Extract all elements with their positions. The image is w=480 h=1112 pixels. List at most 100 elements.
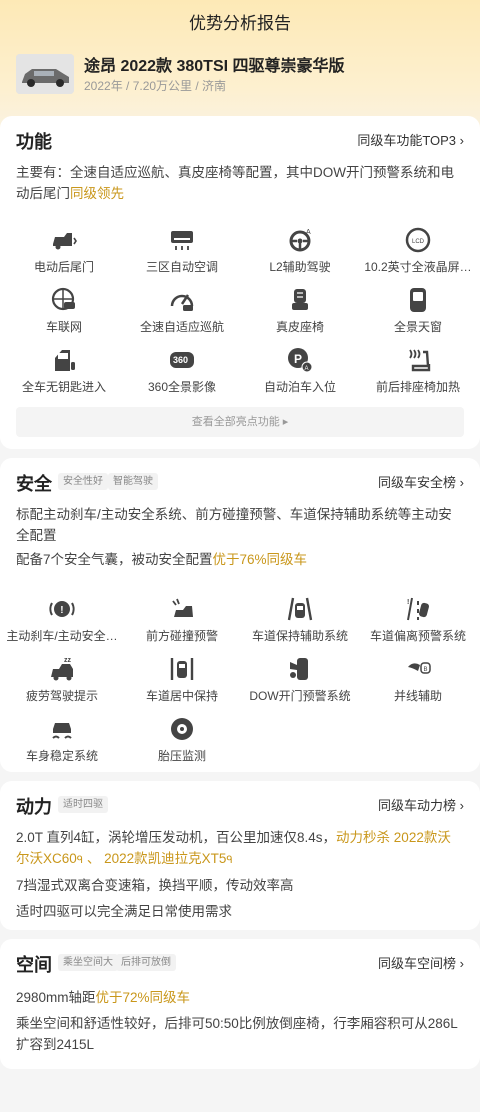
stability-control-icon bbox=[52, 723, 72, 739]
safety-label: 前方碰撞预警 bbox=[145, 629, 218, 643]
safety-item[interactable]: zz 疲劳驾驶提示 bbox=[3, 655, 121, 704]
svg-text:!: ! bbox=[60, 605, 63, 616]
seat-heating-icon bbox=[409, 349, 431, 372]
compare-car-link[interactable]: 2022款凯迪拉克XT5ᑫ bbox=[104, 851, 233, 866]
power-tailgate-icon bbox=[53, 233, 77, 250]
safety-label: DOW开门预警系统 bbox=[249, 689, 351, 703]
function-card: 功能 同级车功能TOP3 › 主要有：全速自适应巡航、真皮座椅等配置，其中DOW… bbox=[0, 116, 480, 449]
space-tag: 后排可放倒 bbox=[116, 954, 176, 971]
power-rank-link[interactable]: 同级车动力榜 › bbox=[378, 795, 464, 814]
feature-label: 10.2英寸全液晶屏… bbox=[364, 260, 472, 274]
safety-label: 车身稳定系统 bbox=[25, 749, 98, 763]
safety-desc: 标配主动刹车/主动安全系统、前方碰撞预警、车道保持辅助系统等主动安全配置 bbox=[16, 507, 452, 543]
feature-label: 真皮座椅 bbox=[275, 320, 324, 334]
feature-item[interactable]: LCD 10.2英寸全液晶屏… bbox=[359, 226, 477, 275]
safety-item[interactable]: B 并线辅助 bbox=[359, 655, 477, 704]
auto-parking-icon: PA bbox=[288, 348, 313, 373]
collision-warning-icon bbox=[172, 598, 193, 617]
search-icon: ᑫ bbox=[226, 855, 233, 866]
safety-label: 车道保持辅助系统 bbox=[251, 629, 348, 643]
safety-rank-link[interactable]: 同级车安全榜 › bbox=[378, 472, 464, 491]
safety-item[interactable]: 胎压监测 bbox=[123, 715, 241, 764]
safety-label: 车道偏离预警系统 bbox=[369, 629, 466, 643]
feature-item[interactable]: 全车无钥匙进入 bbox=[5, 346, 123, 395]
feature-label: 360全景影像 bbox=[147, 380, 217, 394]
power-gearbox-desc: 7挡湿式双离合变速箱，换挡平顺，传动效率高 bbox=[16, 878, 294, 893]
safety-label: 疲劳驾驶提示 bbox=[25, 689, 98, 703]
car-thumbnail[interactable] bbox=[16, 54, 74, 94]
feature-item[interactable]: 三区自动空调 bbox=[123, 226, 241, 275]
brake-warning-icon: ! bbox=[49, 601, 75, 617]
air-conditioner-icon bbox=[171, 231, 193, 250]
function-desc: 主要有：全速自适应巡航、真皮座椅等配置，其中DOW开门预警系统和电动后尾门同级领… bbox=[16, 165, 454, 201]
feature-item[interactable]: 电动后尾门 bbox=[5, 226, 123, 275]
feature-label: 车联网 bbox=[45, 320, 82, 334]
safety-item[interactable]: 车道居中保持 bbox=[123, 655, 241, 704]
safety-title: 安全 bbox=[16, 474, 52, 494]
lane-departure-icon: ! bbox=[407, 597, 430, 621]
feature-label: 全景天窗 bbox=[393, 320, 442, 334]
safety-airbag-desc: 配备7个安全气囊，被动安全配置优于76%同级车 bbox=[16, 552, 308, 567]
feature-label: 三区自动空调 bbox=[145, 260, 218, 274]
safety-item[interactable]: 车身稳定系统 bbox=[3, 715, 121, 764]
camera-360-icon: 360 bbox=[170, 352, 194, 368]
feature-label: 自动泊车入位 bbox=[263, 380, 336, 394]
safety-label: 车道居中保持 bbox=[145, 689, 218, 703]
feature-label: 全速自适应巡航 bbox=[139, 320, 224, 334]
svg-text:A: A bbox=[306, 229, 311, 236]
svg-text:P: P bbox=[294, 352, 302, 366]
safety-tag: 智能驾驶 bbox=[108, 473, 158, 490]
safety-item[interactable]: 车道保持辅助系统 bbox=[241, 595, 359, 644]
fatigue-driving-icon: zz bbox=[51, 657, 73, 681]
safety-item[interactable]: DOW开门预警系统 bbox=[241, 655, 359, 704]
safety-item[interactable]: ! 车道偏离预警系统 bbox=[359, 595, 477, 644]
feature-item[interactable]: PA 自动泊车入位 bbox=[241, 346, 359, 395]
feature-item[interactable]: 前后排座椅加热 bbox=[359, 346, 477, 395]
car-meta: 2022年 / 7.20万公里 / 济南 bbox=[84, 79, 227, 93]
globe-car-icon bbox=[51, 287, 75, 311]
lane-center-icon bbox=[170, 658, 194, 680]
feature-item[interactable]: A L2辅助驾驶 bbox=[241, 226, 359, 275]
feature-item[interactable]: 车联网 bbox=[5, 286, 123, 335]
svg-text:A: A bbox=[305, 366, 309, 372]
leather-seat-icon bbox=[292, 289, 308, 310]
feature-item[interactable]: 全景天窗 bbox=[359, 286, 477, 335]
feature-label: 电动后尾门 bbox=[33, 260, 94, 274]
tire-pressure-icon bbox=[171, 718, 193, 740]
feature-item[interactable]: 真皮座椅 bbox=[241, 286, 359, 335]
car-name: 途昂 2022款 380TSI 四驱尊崇豪华版 bbox=[84, 58, 345, 75]
function-title: 功能 bbox=[16, 132, 52, 152]
svg-text:!: ! bbox=[407, 599, 409, 606]
space-card: 空间 乘坐空间大 后排可放倒 同级车空间榜 › 2980mm轴距优于72%同级车… bbox=[0, 939, 480, 1069]
feature-label: L2辅助驾驶 bbox=[269, 260, 331, 274]
view-all-features-button[interactable]: 查看全部亮点功能 ▸ bbox=[16, 407, 464, 437]
power-tag: 适时四驱 bbox=[58, 796, 108, 813]
space-comfort-desc: 乘坐空间和舒适性较好，后排可50:50比例放倒座椅，行李厢容积可从286L扩容到… bbox=[16, 1016, 458, 1052]
space-rank-link[interactable]: 同级车空间榜 › bbox=[378, 953, 464, 972]
page-title: 优势分析报告 bbox=[189, 14, 291, 33]
svg-text:B: B bbox=[424, 667, 428, 673]
safety-label: 胎压监测 bbox=[157, 749, 206, 763]
feature-item[interactable]: 全速自适应巡航 bbox=[123, 286, 241, 335]
safety-item[interactable]: 前方碰撞预警 bbox=[123, 595, 241, 644]
space-tag: 乘坐空间大 bbox=[58, 954, 118, 971]
door-open-warning-icon bbox=[290, 658, 308, 680]
safety-tag: 安全性好 bbox=[58, 473, 108, 490]
svg-text:zz: zz bbox=[64, 657, 72, 664]
power-card: 动力 适时四驱 同级车动力榜 › 2.0T 直列4缸，涡轮增压发动机，百公里加速… bbox=[0, 781, 480, 930]
safety-card: 安全 安全性好 智能驾驶 同级车安全榜 › 标配主动刹车/主动安全系统、前方碰撞… bbox=[0, 458, 480, 772]
lcd-gauge-icon: LCD bbox=[405, 227, 431, 253]
steering-wheel-icon: A bbox=[289, 229, 311, 252]
safety-item[interactable]: ! 主动刹车/主动安全… bbox=[3, 595, 121, 644]
cruise-gauge-icon bbox=[170, 294, 194, 311]
power-drive-desc: 适时四驱可以完全满足日常使用需求 bbox=[16, 904, 232, 919]
feature-label: 前后排座椅加热 bbox=[375, 380, 460, 394]
blind-spot-icon: B bbox=[408, 662, 431, 674]
feature-item[interactable]: 360 360全景影像 bbox=[123, 346, 241, 395]
sunroof-icon bbox=[410, 288, 426, 312]
space-wheelbase-desc: 2980mm轴距优于72%同级车 bbox=[16, 990, 191, 1005]
safety-label: 并线辅助 bbox=[393, 689, 442, 703]
function-top3-link[interactable]: 同级车功能TOP3 › bbox=[357, 130, 464, 149]
keyless-door-icon bbox=[55, 350, 75, 371]
lane-keep-icon bbox=[287, 597, 313, 621]
